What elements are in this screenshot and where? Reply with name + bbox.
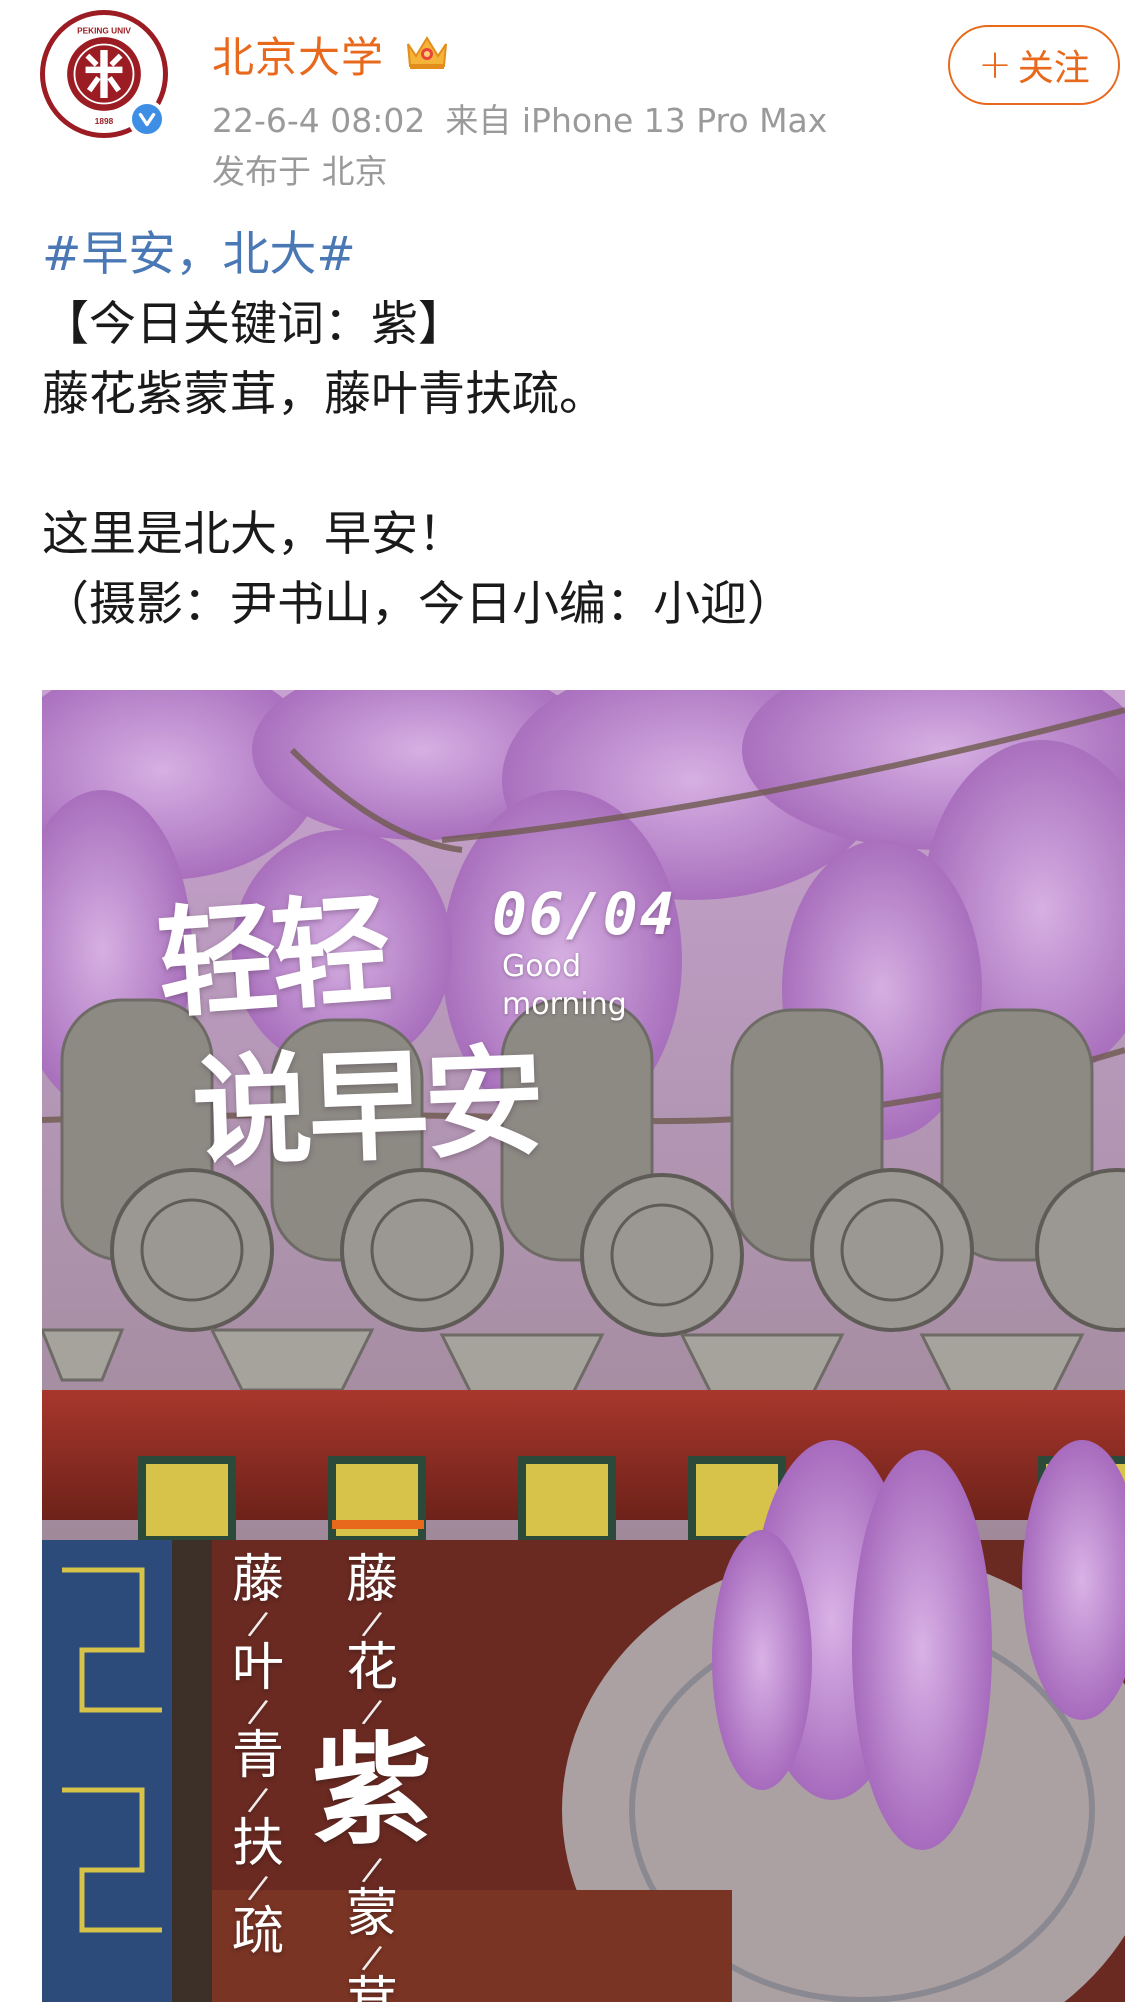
poem-char: 蒙	[345, 1884, 398, 1944]
poem-char: 藤	[345, 1550, 398, 1610]
post-source: 来自 iPhone 13 Pro Max	[445, 101, 828, 140]
greeting-line: morning	[502, 987, 627, 1022]
post-line: （摄影：尹书山，今日小编：小迎）	[42, 577, 794, 632]
svg-text:1898: 1898	[95, 116, 114, 126]
crown-icon	[407, 36, 447, 69]
follow-button[interactable]: + 关注	[948, 25, 1120, 105]
post-line: 【今日关键词：紫】	[42, 297, 465, 352]
username[interactable]: 北京大学	[212, 24, 384, 85]
plus-icon: +	[978, 42, 1012, 88]
poem-keyword: 紫	[312, 1720, 432, 1861]
poem-char: 叶	[231, 1638, 284, 1698]
post-meta: 22-6-4 08:02 来自 iPhone 13 Pro Max	[212, 94, 827, 142]
image-date: 06/04	[492, 880, 677, 948]
hashtag-link[interactable]: #早安，北大#	[42, 220, 794, 290]
image-greeting: Good morning	[502, 948, 627, 1024]
svg-text:PEKING UNIV: PEKING UNIV	[77, 25, 131, 35]
poem-char: 扶	[231, 1814, 284, 1874]
poem-char: 藤	[231, 1550, 284, 1610]
poem-char: 花	[345, 1638, 398, 1698]
post-image[interactable]: 轻轻 说早安 06/04 Good morning 藤 / 叶 / 青 / 扶 / 疏 …	[42, 690, 1125, 2002]
image-title-line2: 说早安	[190, 1030, 543, 1185]
post-location: 发布于 北京	[212, 152, 388, 191]
post-line: 这里是北大，早安！	[42, 507, 465, 562]
poem-char: 青	[231, 1726, 284, 1786]
accent-bar	[332, 1520, 424, 1529]
post-date: 22-6-4 08:02	[212, 101, 426, 140]
post-line: 藤花紫蒙茸，藤叶青扶疏。	[42, 367, 606, 422]
poem-char: 疏	[231, 1902, 284, 1962]
greeting-line: Good	[502, 949, 581, 984]
poem-column-left: 藤 / 叶 / 青 / 扶 / 疏	[231, 1550, 284, 1962]
post-line-blank	[42, 430, 794, 500]
poem-column-right: 藤 / 花 / 紫 / 蒙 / 茸	[312, 1550, 432, 2002]
verified-v-icon	[128, 100, 166, 138]
follow-label: 关注	[1017, 48, 1090, 89]
post-body: #早安，北大# 【今日关键词：紫】 藤花紫蒙茸，藤叶青扶疏。 这里是北大，早安！…	[42, 220, 794, 640]
